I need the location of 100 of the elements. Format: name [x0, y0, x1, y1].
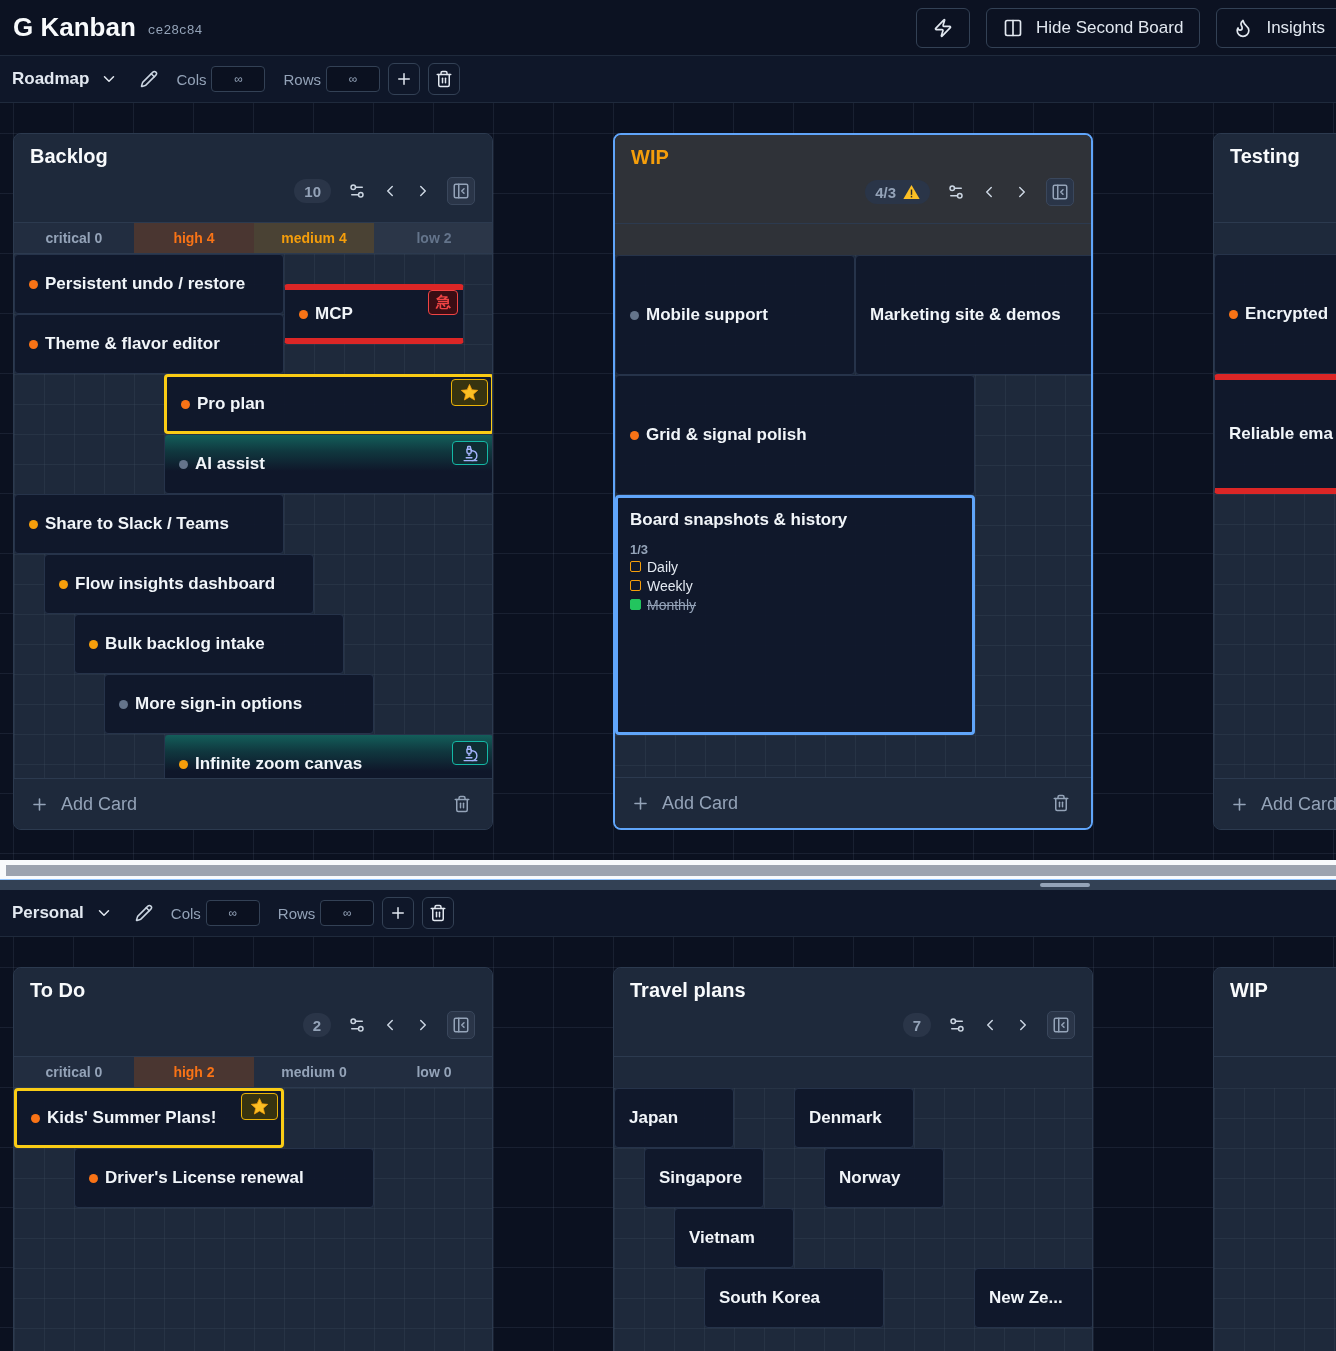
sliders-icon[interactable] [348, 1016, 366, 1034]
field-label: Cols [170, 904, 201, 922]
add-column-button[interactable] [388, 63, 420, 95]
priority-count: high 4 [134, 223, 254, 253]
kanban-card[interactable]: Bulk backlog intake [74, 614, 344, 674]
kanban-card[interactable]: New Ze... [974, 1268, 1092, 1328]
card-title: Pro plan [197, 394, 265, 414]
card-title: Japan [629, 1108, 679, 1128]
card-title: Vietnam [689, 1228, 755, 1248]
card-title: Denmark [809, 1108, 882, 1128]
column-title: Backlog [30, 144, 109, 168]
add-card-button[interactable]: Add Card [631, 792, 739, 814]
grid-size-input[interactable]: ∞ [320, 900, 375, 926]
kanban-card[interactable]: AI assist [164, 434, 492, 494]
field-label: Rows [277, 904, 316, 922]
board-select[interactable]: Personal [12, 903, 113, 923]
card-title: Grid & signal polish [646, 425, 807, 445]
kanban-card[interactable]: More sign-in options [104, 674, 374, 734]
priority-count: critical 0 [44, 229, 104, 248]
kanban-card[interactable]: Share to Slack / Teams [14, 494, 284, 554]
collapse-button[interactable] [1047, 1011, 1075, 1039]
grip-handle[interactable] [1040, 883, 1090, 887]
kanban-card[interactable]: Board snapshots & history 1/3 Daily Weekly Monthly [615, 495, 975, 735]
panel-collapse-icon [452, 182, 470, 200]
checklist-item: Monthly [647, 596, 697, 613]
card-title: Singapore [659, 1168, 743, 1188]
card-title: South Korea [719, 1288, 821, 1308]
lightning-icon [932, 17, 953, 38]
kanban-card[interactable]: Infinite zoom canvas [164, 734, 492, 778]
sliders-icon[interactable] [947, 183, 965, 201]
checkbox[interactable] [630, 599, 641, 610]
card-title: Bulk backlog intake [105, 634, 265, 654]
priority-count: high 2 [134, 1057, 254, 1087]
kanban-card[interactable]: Encrypted [1214, 254, 1336, 374]
collapse-button[interactable] [447, 1011, 475, 1039]
card-title: Kids' Summer Plans! [47, 1108, 217, 1128]
kanban-card[interactable]: Mobile support [615, 255, 855, 375]
sliders-icon[interactable] [348, 182, 366, 200]
trash-icon [429, 904, 448, 922]
collapse-button[interactable] [1046, 178, 1074, 206]
insights-button[interactable]: Insights [1216, 7, 1336, 48]
kanban-card[interactable]: Flow insights dashboard [44, 554, 314, 614]
kanban-card[interactable]: Pro plan [164, 374, 492, 434]
microscope-icon [452, 441, 488, 465]
card-title: Encrypted [1245, 304, 1329, 324]
kanban-card[interactable]: Grid & signal polish [615, 375, 975, 495]
kanban-card[interactable]: Norway [824, 1148, 944, 1208]
card-title: More sign-in options [135, 694, 303, 714]
splitter-bar[interactable] [0, 879, 1336, 890]
lightning-button[interactable] [915, 7, 970, 48]
collapse-button[interactable] [447, 177, 475, 205]
add-card-button[interactable]: Add Card [30, 793, 138, 815]
card-title: Flow insights dashboard [75, 574, 276, 594]
microscope-icon [452, 741, 488, 765]
plus-icon [395, 70, 413, 88]
sliders-icon[interactable] [948, 1016, 966, 1034]
card-title: Share to Slack / Teams [45, 514, 229, 534]
checkbox[interactable] [630, 561, 641, 572]
kanban-card[interactable]: Kids' Summer Plans! [14, 1088, 284, 1148]
kanban-card[interactable]: Marketing site & demos [855, 255, 1091, 375]
kanban-card[interactable]: Singapore [644, 1148, 764, 1208]
card-title: MCP [315, 304, 353, 324]
grid-size-input[interactable]: ∞ [326, 66, 380, 92]
priority-count: medium 0 [280, 1063, 348, 1082]
card-title: Mobile support [646, 305, 768, 325]
kanban-card[interactable]: Theme & flavor editor [14, 314, 284, 374]
card-count: 10 [304, 182, 321, 200]
column-title: To Do [30, 978, 87, 1002]
card-title: New Ze... [989, 1288, 1063, 1308]
scrollbar-thumb[interactable] [6, 865, 1336, 876]
pencil-icon[interactable] [134, 904, 153, 922]
kanban-card[interactable]: Vietnam [674, 1208, 794, 1268]
kanban-card[interactable]: MCP 急 [284, 284, 464, 344]
kanban-card[interactable]: Persistent undo / restore [14, 254, 284, 314]
pencil-icon[interactable] [140, 70, 159, 88]
trash-icon[interactable] [1052, 794, 1070, 812]
checkbox[interactable] [630, 580, 641, 591]
board-select[interactable]: Roadmap [12, 69, 119, 89]
kanban-card[interactable]: Reliable ema [1214, 374, 1336, 494]
card-title: AI assist [195, 454, 265, 474]
grid-size-input[interactable]: ∞ [211, 66, 266, 92]
delete-board-button[interactable] [428, 63, 460, 95]
kanban-card[interactable]: Denmark [794, 1088, 914, 1148]
columns-icon [1002, 17, 1023, 38]
kanban-card[interactable]: Japan [614, 1088, 734, 1148]
checklist-item: Weekly [647, 577, 693, 594]
kanban-card[interactable]: Driver's License renewal [74, 1148, 374, 1208]
field-label: Cols [176, 70, 207, 88]
warning-icon [903, 184, 920, 200]
trash-icon[interactable] [453, 795, 471, 813]
card-title: Reliable ema [1229, 424, 1333, 444]
grid-size-input[interactable]: ∞ [205, 900, 260, 926]
column-title: Travel plans [630, 978, 747, 1002]
add-column-button[interactable] [382, 897, 415, 929]
delete-board-button[interactable] [422, 897, 455, 929]
kanban-card[interactable]: South Korea [704, 1268, 884, 1328]
layout-toggle-button[interactable]: Hide Second Board [985, 7, 1201, 48]
add-card-button[interactable]: Add Card [1230, 793, 1336, 815]
panel-collapse-icon [452, 1016, 470, 1034]
card-title: Driver's License renewal [105, 1168, 304, 1188]
